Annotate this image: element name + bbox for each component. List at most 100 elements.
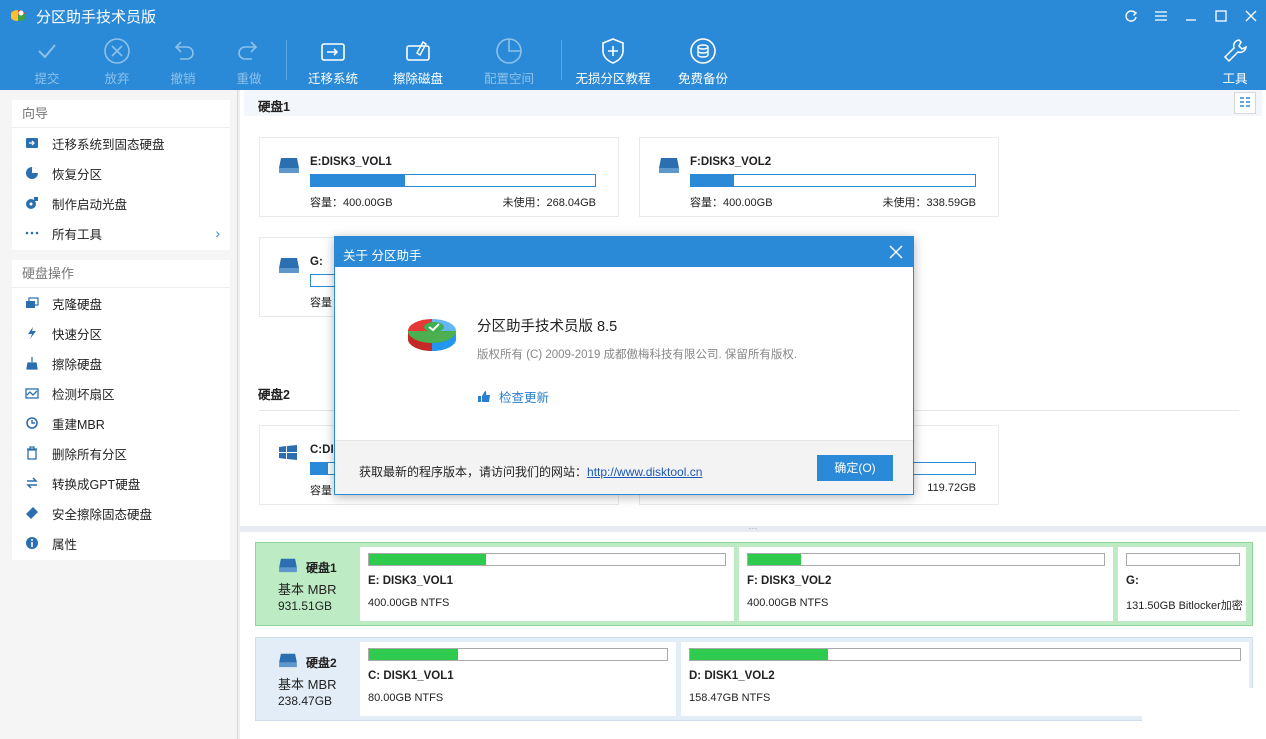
- chevron-right-icon: ›: [215, 225, 220, 241]
- card-capacity: 容量：400.00GB: [310, 197, 393, 209]
- scroll-corner: [1142, 688, 1266, 739]
- sidebar-item-secure-erase[interactable]: 安全擦除固态硬盘: [12, 498, 230, 528]
- disk2-row[interactable]: 硬盘2 基本 MBR 238.47GB C: DISK1_VOL1 80.00G…: [255, 637, 1253, 721]
- check-update-link[interactable]: 检查更新: [477, 387, 549, 406]
- sidebar-item-scan-sector[interactable]: 检测坏扇区: [12, 378, 230, 408]
- view-toggle-icon[interactable]: [1234, 92, 1256, 114]
- windows-icon: [279, 445, 297, 460]
- partition-card-f[interactable]: F:DISK3_VOL2 容量：400.00GB 未使用：338.59GB: [639, 137, 999, 217]
- usage-bar: [310, 174, 596, 187]
- partition-name: G:: [1126, 575, 1139, 587]
- product-name: 分区助手技术员版 8.5: [477, 319, 618, 335]
- sidebar-item-convert-gpt[interactable]: 转换成GPT硬盘: [12, 468, 230, 498]
- migrate-system-button[interactable]: 迁移系统: [298, 36, 368, 88]
- disk-map: 硬盘1 基本 MBR 931.51GB E: DISK3_VOL1 400.00…: [240, 532, 1266, 739]
- sidebar-item-delete-all[interactable]: 删除所有分区: [12, 438, 230, 468]
- wipe-disk-button[interactable]: 擦除磁盘: [383, 36, 453, 88]
- partition-cell-f[interactable]: F: DISK3_VOL2 400.00GB NTFS: [739, 547, 1113, 621]
- commit-button[interactable]: 提交: [12, 36, 82, 88]
- thumb-up-icon: [478, 391, 490, 402]
- allocate-icon: [496, 38, 522, 64]
- discard-button[interactable]: 放弃: [82, 36, 152, 88]
- redo-button[interactable]: 重做: [214, 36, 284, 88]
- sidebar-item-wipe-disk[interactable]: 擦除硬盘: [12, 348, 230, 378]
- menu-icon[interactable]: [1146, 0, 1176, 32]
- toolbar: 提交 放弃 撤销 重做 迁移系统 擦除磁盘 配置空间 无损分区教程 免费备份 工…: [0, 32, 1266, 90]
- sidebar-item-label: 所有工具: [52, 227, 103, 242]
- minimize-icon[interactable]: [1176, 0, 1206, 32]
- wizard-panel: 向导 迁移系统到固态硬盘 恢复分区 制作启动光盘 所有工具 ›: [12, 100, 230, 250]
- ok-button[interactable]: 确定(O): [817, 455, 893, 481]
- disk1-row[interactable]: 硬盘1 基本 MBR 931.51GB E: DISK3_VOL1 400.00…: [255, 542, 1253, 626]
- sidebar-item-rebuild-mbr[interactable]: 重建MBR: [12, 408, 230, 438]
- disk-size: 238.47GB: [278, 694, 333, 708]
- sidebar-item-label: 制作启动光盘: [52, 197, 128, 212]
- tools-button[interactable]: 工具: [1200, 36, 1266, 88]
- partition-cell-g[interactable]: G: 131.50GB Bitlocker加密: [1118, 547, 1246, 621]
- partition-info: 400.00GB NTFS: [747, 597, 829, 609]
- partition-card-e[interactable]: E:DISK3_VOL1 容量：400.00GB 未使用：268.04GB: [259, 137, 619, 217]
- allocate-space-label: 配置空间: [483, 72, 534, 86]
- dialog-title-bar: 关于 分区助手: [335, 237, 913, 267]
- sidebar-item-clone-disk[interactable]: 克隆硬盘: [12, 288, 230, 318]
- sidebar-item-label: 属性: [52, 537, 78, 552]
- sidebar-item-quick-partition[interactable]: 快速分区: [12, 318, 230, 348]
- wrench-icon: [1223, 39, 1247, 63]
- disk1-header: 硬盘1: [244, 90, 1262, 116]
- about-dialog: 关于 分区助手 分区助手技术员版 8.5 版权所有 (C) 2009-2019 …: [334, 236, 914, 495]
- disk-icon: [279, 258, 299, 273]
- maximize-icon[interactable]: [1206, 0, 1236, 32]
- card-capacity: 容量: [310, 485, 332, 497]
- tutorial-label: 无损分区教程: [575, 72, 651, 86]
- backup-icon: [690, 38, 716, 64]
- sidebar-item-label: 转换成GPT硬盘: [52, 477, 141, 492]
- disk-name: 硬盘2: [306, 656, 337, 670]
- tutorial-button[interactable]: 无损分区教程: [570, 36, 656, 88]
- lightning-icon: [24, 325, 40, 341]
- partition-name: C: DISK1_VOL1: [368, 670, 454, 682]
- migrate-system-label: 迁移系统: [307, 72, 358, 86]
- partition-usage-bar: [747, 553, 1105, 566]
- card-capacity: 容量: [310, 297, 332, 309]
- partition-cell-c[interactable]: C: DISK1_VOL1 80.00GB NTFS: [360, 642, 676, 716]
- migrate-icon: [321, 43, 345, 61]
- redo-label: 重做: [236, 72, 262, 86]
- partition-usage-fill: [369, 649, 459, 660]
- boot-disc-icon: [24, 195, 40, 211]
- sidebar-item-recover-partition[interactable]: 恢复分区: [12, 158, 230, 188]
- footer-text: 获取最新的程序版本，请访问我们的网站：: [359, 465, 588, 479]
- disk-ops-panel: 硬盘操作 克隆硬盘 快速分区 擦除硬盘 检测坏扇区 重建MBR 删除所有分区 转…: [12, 260, 230, 560]
- card-free: 未使用：338.59GB: [882, 197, 976, 209]
- partition-cell-e[interactable]: E: DISK3_VOL1 400.00GB NTFS: [360, 547, 734, 621]
- undo-icon: [174, 41, 194, 60]
- partition-usage-bar: [1126, 553, 1240, 566]
- tools-label: 工具: [1222, 72, 1248, 86]
- card-capacity: 容量：400.00GB: [690, 197, 773, 209]
- disk-ops-heading: 硬盘操作: [12, 260, 230, 288]
- free-backup-button[interactable]: 免费备份: [668, 36, 738, 88]
- toolbar-separator: [561, 40, 562, 80]
- close-icon[interactable]: [1236, 0, 1266, 32]
- sidebar-item-migrate-ssd[interactable]: 迁移系统到固态硬盘: [12, 128, 230, 158]
- sidebar-item-label: 克隆硬盘: [52, 297, 103, 312]
- partition-usage-fill: [748, 554, 802, 565]
- partition-info: 400.00GB NTFS: [368, 597, 450, 609]
- website-link[interactable]: http://www.disktool.cn: [587, 465, 702, 479]
- check-update-label: 检查更新: [499, 391, 550, 405]
- card-name: G:: [310, 256, 323, 268]
- sidebar-item-boot-disc[interactable]: 制作启动光盘: [12, 188, 230, 218]
- undo-label: 撤销: [170, 72, 196, 86]
- partition-info: 158.47GB NTFS: [689, 692, 771, 704]
- sidebar-item-properties[interactable]: 属性: [12, 528, 230, 558]
- partition-usage-fill: [369, 554, 487, 565]
- all-tools-icon: [24, 225, 40, 241]
- card-name: F:DISK3_VOL2: [690, 156, 772, 168]
- sidebar-item-all-tools[interactable]: 所有工具 ›: [12, 218, 230, 248]
- usage-fill: [311, 175, 405, 186]
- disk-icon: [279, 558, 297, 573]
- allocate-space-button[interactable]: 配置空间: [474, 36, 544, 88]
- undo-button[interactable]: 撤销: [148, 36, 218, 88]
- refresh-icon[interactable]: [1116, 0, 1146, 32]
- close-icon[interactable]: [887, 243, 905, 261]
- usage-fill: [691, 175, 734, 186]
